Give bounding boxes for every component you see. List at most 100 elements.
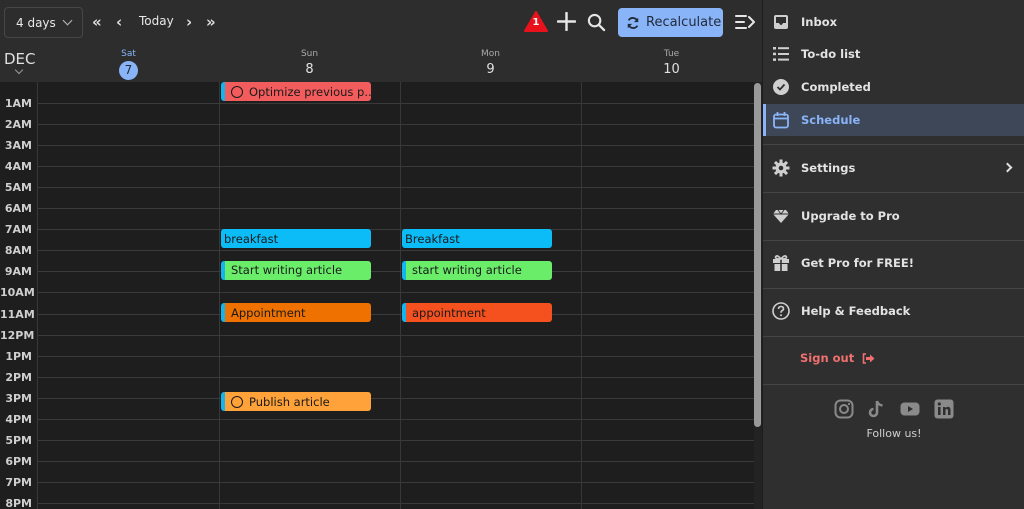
- hour-gridline: [38, 166, 754, 168]
- collapse-sidebar-icon[interactable]: [735, 14, 755, 30]
- chevron-down-icon: [62, 15, 73, 26]
- list-icon: [773, 47, 789, 61]
- event-title: appointment: [412, 305, 486, 320]
- sidebar-item-completed[interactable]: Completed: [763, 71, 1024, 103]
- hour-gridline: [38, 229, 754, 231]
- hour-gridline: [38, 460, 754, 462]
- chevron-right-icon: [1002, 162, 1013, 173]
- day-number: 8: [305, 62, 314, 77]
- next-button[interactable]: ›: [186, 12, 192, 32]
- gift-icon: [773, 255, 789, 271]
- sidebar: Inbox To-do list Completed Schedule Sett…: [762, 0, 1024, 509]
- day-header-tue[interactable]: Tue 10: [581, 49, 762, 77]
- day-of-week: Sun: [300, 49, 319, 59]
- hour-gridline: [38, 481, 754, 483]
- time-grid[interactable]: 1AM 2AM 3AM 4AM 5AM 6AM 7AM 8AM 9AM 10AM 11AM 12PM 1…: [0, 82, 762, 509]
- sidebar-item-settings[interactable]: Settings: [763, 152, 1024, 184]
- last-page-button[interactable]: »: [206, 12, 216, 32]
- event-title: Breakfast: [405, 231, 460, 246]
- hour-label: 4PM: [5, 412, 32, 426]
- sidebar-item-label: Inbox: [801, 15, 838, 29]
- hour-gridline: [38, 418, 754, 420]
- sidebar-item-upgrade[interactable]: Upgrade to Pro: [763, 200, 1024, 232]
- calendar-event[interactable]: Appointment: [221, 303, 371, 323]
- calendar-event[interactable]: Breakfast: [402, 229, 552, 249]
- hour-gridline: [38, 271, 754, 273]
- calendar-event[interactable]: Start writing article: [221, 260, 371, 280]
- hour-label: 6PM: [5, 454, 32, 468]
- sidebar-item-todo[interactable]: To-do list: [763, 38, 1024, 70]
- task-checkbox-icon[interactable]: [231, 395, 243, 408]
- diamond-icon: [773, 209, 789, 223]
- linkedin-icon[interactable]: [934, 399, 954, 419]
- first-page-button[interactable]: «: [92, 12, 102, 32]
- sidebar-item-label: Completed: [801, 80, 871, 94]
- sidebar-item-label: To-do list: [801, 47, 861, 61]
- gear-icon: [772, 159, 790, 177]
- calendar-event[interactable]: start writing article: [402, 260, 552, 280]
- divider: [763, 384, 1024, 385]
- divider: [763, 240, 1024, 241]
- day-header-mon[interactable]: Mon 9: [400, 49, 581, 77]
- hour-label: 8PM: [5, 496, 32, 509]
- plus-icon[interactable]: [557, 12, 576, 31]
- today-button[interactable]: Today: [139, 14, 174, 28]
- follow-us-label: Follow us!: [866, 427, 922, 440]
- sidebar-item-label: Upgrade to Pro: [801, 209, 900, 223]
- prev-button[interactable]: ‹: [116, 12, 122, 32]
- hour-gridline: [38, 187, 754, 189]
- recalculate-button[interactable]: Recalculate: [618, 8, 723, 37]
- tiktok-icon[interactable]: [867, 399, 887, 419]
- hour-gridline: [38, 208, 754, 210]
- hour-label: 1AM: [4, 97, 32, 110]
- sign-out-icon: [862, 352, 875, 364]
- day-header: DEC Sat 7 Sun 8 Mon 9 Tue 10: [0, 44, 762, 82]
- task-checkbox-icon[interactable]: [231, 85, 243, 98]
- app: 4 days « ‹ Today › » 1 Recalculate DEC S…: [0, 0, 1024, 509]
- check-circle-icon: [773, 79, 789, 95]
- day-number: 7: [119, 61, 138, 80]
- event-title: Optimize previous p...: [249, 84, 371, 99]
- alert-badge[interactable]: 1: [524, 11, 548, 32]
- hour-label: 3PM: [5, 391, 32, 405]
- scrollbar-thumb[interactable]: [754, 83, 761, 427]
- hour-label: 2AM: [4, 118, 32, 132]
- sidebar-item-label: Settings: [801, 161, 856, 175]
- month-label: DEC: [4, 50, 36, 68]
- instagram-icon[interactable]: [834, 399, 854, 419]
- sidebar-item-inbox[interactable]: Inbox: [763, 6, 1024, 38]
- hour-label: 9AM: [4, 265, 32, 279]
- hour-label: 11AM: [0, 307, 35, 321]
- youtube-icon[interactable]: [900, 399, 920, 419]
- calendar-event[interactable]: breakfast: [221, 229, 371, 249]
- hour-label: 5AM: [4, 181, 32, 195]
- alert-count: 1: [532, 17, 540, 28]
- sidebar-item-help[interactable]: Help & Feedback: [763, 295, 1024, 327]
- sidebar-item-label: Get Pro for FREE!: [801, 256, 914, 270]
- divider: [763, 192, 1024, 193]
- sign-out-button[interactable]: Sign out: [800, 351, 875, 365]
- hour-label: 7AM: [4, 223, 32, 237]
- divider: [763, 288, 1024, 289]
- hour-gridline: [38, 355, 754, 357]
- task-event[interactable]: Optimize previous p...: [221, 82, 371, 101]
- hour-label: 3AM: [4, 139, 32, 153]
- day-header-sun[interactable]: Sun 8: [219, 49, 400, 77]
- calendar: 4 days « ‹ Today › » 1 Recalculate DEC S…: [0, 0, 762, 509]
- hour-label: 2PM: [5, 370, 32, 384]
- task-event[interactable]: Publish article: [221, 392, 371, 412]
- hour-gridline: [38, 397, 754, 399]
- sidebar-item-schedule[interactable]: Schedule: [763, 104, 1024, 136]
- recalculate-label: Recalculate: [646, 15, 722, 30]
- divider: [763, 144, 1024, 145]
- day-header-sat[interactable]: Sat 7: [38, 49, 219, 80]
- calendar-event[interactable]: appointment: [402, 303, 552, 323]
- hour-gridline: [38, 502, 754, 504]
- search-icon[interactable]: [587, 13, 606, 32]
- hour-label: 7PM: [5, 475, 32, 489]
- sidebar-item-get-pro[interactable]: Get Pro for FREE!: [763, 247, 1024, 279]
- hour-label: 1PM: [5, 349, 32, 363]
- day-number: 10: [663, 62, 680, 77]
- view-select[interactable]: 4 days: [4, 7, 83, 38]
- hour-label: 8AM: [4, 244, 32, 258]
